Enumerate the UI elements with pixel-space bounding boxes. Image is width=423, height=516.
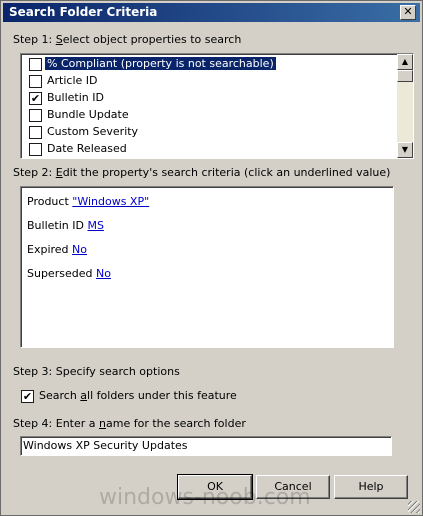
search-all-folders-label: Search all folders under this feature	[39, 389, 237, 402]
scroll-up-button[interactable]: ▲	[397, 54, 413, 70]
property-item[interactable]: % Compliant (property is not searchable)	[21, 56, 395, 73]
property-label: Date Released	[47, 142, 127, 155]
property-checkbox[interactable]	[29, 143, 42, 156]
property-label: Article ID	[47, 74, 98, 87]
step1-label: Step 1: Select object properties to sear…	[13, 33, 242, 46]
property-checkbox[interactable]	[29, 126, 42, 139]
step3-label: Step 3: Specify search options	[13, 365, 180, 378]
property-item[interactable]: Custom Severity	[21, 124, 395, 141]
criteria-row: Superseded No	[27, 267, 111, 280]
property-checkbox[interactable]	[29, 75, 42, 88]
property-label: Bundle Update	[47, 108, 129, 121]
property-checkbox[interactable]: ✔	[29, 92, 42, 105]
dialog-title: Search Folder Criteria	[9, 5, 158, 19]
criteria-row: Product "Windows XP"	[27, 195, 150, 208]
resize-grip[interactable]	[408, 501, 420, 513]
vertical-scrollbar[interactable]: ▲ ▼	[397, 54, 413, 158]
ok-button[interactable]: OK	[177, 474, 253, 500]
arrow-up-icon: ▲	[401, 57, 409, 66]
property-checkbox[interactable]	[29, 109, 42, 122]
property-checkbox[interactable]	[29, 58, 42, 71]
property-item[interactable]: Date Released	[21, 141, 395, 158]
property-list[interactable]: % Compliant (property is not searchable)…	[20, 53, 414, 159]
close-icon: ✕	[403, 5, 413, 18]
help-button[interactable]: Help	[334, 475, 408, 499]
title-bar[interactable]: Search Folder Criteria ✕	[3, 3, 420, 22]
property-label: Bulletin ID	[47, 91, 104, 104]
criteria-row: Expired No	[27, 243, 87, 256]
property-item[interactable]: Bundle Update	[21, 107, 395, 124]
scroll-down-button[interactable]: ▼	[397, 142, 413, 158]
criteria-value-link[interactable]: No	[96, 267, 111, 280]
property-label: Custom Severity	[47, 125, 139, 138]
property-item[interactable]: Article ID	[21, 73, 395, 90]
arrow-down-icon: ▼	[401, 145, 409, 154]
close-button[interactable]: ✕	[400, 5, 416, 20]
property-item[interactable]: ✔ Bulletin ID	[21, 90, 395, 107]
cancel-button[interactable]: Cancel	[256, 475, 330, 499]
criteria-row: Bulletin ID MS	[27, 219, 104, 232]
property-label: % Compliant (property is not searchable)	[44, 56, 277, 71]
criteria-value-link[interactable]: No	[72, 243, 87, 256]
criteria-value-link[interactable]: "Windows XP"	[72, 195, 149, 208]
search-folder-name-input[interactable]: Windows XP Security Updates	[20, 436, 392, 456]
criteria-panel: Product "Windows XP" Bulletin ID MS Expi…	[20, 186, 394, 348]
scroll-thumb[interactable]	[397, 70, 413, 82]
step4-label: Step 4: Enter a name for the search fold…	[13, 417, 246, 430]
criteria-value-link[interactable]: MS	[87, 219, 103, 232]
search-all-folders-checkbox[interactable]: ✔	[21, 390, 34, 403]
checkmark-icon: ✔	[30, 92, 41, 105]
step2-label: Step 2: Edit the property's search crite…	[13, 166, 391, 179]
search-folder-criteria-dialog: Search Folder Criteria ✕ Step 1: Select …	[0, 0, 423, 516]
checkmark-icon: ✔	[22, 390, 33, 403]
